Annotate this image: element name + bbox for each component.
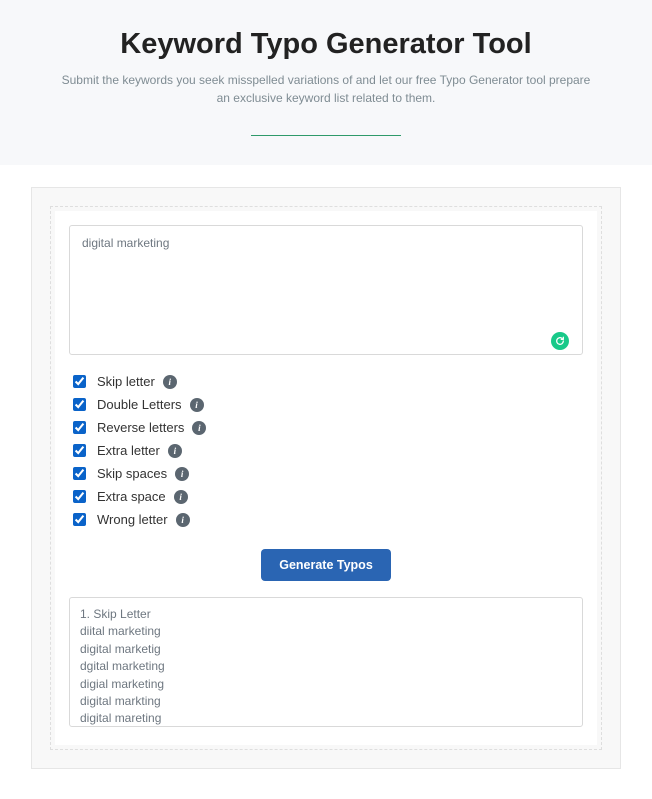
tool-card: Skip letteriDouble LettersiReverse lette… bbox=[55, 211, 597, 745]
info-icon[interactable]: i bbox=[176, 513, 190, 527]
results-output[interactable]: 1. Skip Letter diital marketing digital … bbox=[69, 597, 583, 727]
option-label: Extra space bbox=[97, 489, 166, 504]
info-icon[interactable]: i bbox=[168, 444, 182, 458]
page-title: Keyword Typo Generator Tool bbox=[20, 28, 632, 61]
option-checkbox[interactable] bbox=[73, 513, 86, 526]
option-row[interactable]: Double Letters i bbox=[69, 393, 583, 416]
page-header: Keyword Typo Generator Tool Submit the k… bbox=[0, 0, 652, 165]
option-label: Extra letter bbox=[97, 443, 160, 458]
option-label: Skip spaces bbox=[97, 466, 167, 481]
info-icon[interactable]: i bbox=[175, 467, 189, 481]
option-label: Skip letter bbox=[97, 374, 155, 389]
option-checkbox[interactable] bbox=[73, 444, 86, 457]
generate-typos-button[interactable]: Generate Typos bbox=[261, 549, 391, 581]
grammarly-icon[interactable] bbox=[551, 332, 569, 350]
option-label: Double Letters bbox=[97, 397, 182, 412]
keywords-input[interactable] bbox=[69, 225, 583, 355]
option-label: Wrong letter bbox=[97, 512, 168, 527]
option-row[interactable]: Extra space i bbox=[69, 485, 583, 508]
info-icon[interactable]: i bbox=[174, 490, 188, 504]
option-label: Reverse letters bbox=[97, 420, 184, 435]
option-row[interactable]: Skip spaces i bbox=[69, 462, 583, 485]
info-icon[interactable]: i bbox=[163, 375, 177, 389]
option-checkbox[interactable] bbox=[73, 375, 86, 388]
option-row[interactable]: Reverse letters i bbox=[69, 416, 583, 439]
option-row[interactable]: Skip letter i bbox=[69, 370, 583, 393]
info-icon[interactable]: i bbox=[190, 398, 204, 412]
option-checkbox[interactable] bbox=[73, 398, 86, 411]
page-subtitle: Submit the keywords you seek misspelled … bbox=[56, 71, 596, 107]
info-icon[interactable]: i bbox=[192, 421, 206, 435]
option-checkbox[interactable] bbox=[73, 490, 86, 503]
option-checkbox[interactable] bbox=[73, 467, 86, 480]
options-list: Skip letteriDouble LettersiReverse lette… bbox=[69, 360, 583, 533]
tool-panel: Skip letteriDouble LettersiReverse lette… bbox=[31, 187, 621, 769]
option-row[interactable]: Extra letter i bbox=[69, 439, 583, 462]
option-checkbox[interactable] bbox=[73, 421, 86, 434]
tool-panel-inner: Skip letteriDouble LettersiReverse lette… bbox=[50, 206, 602, 750]
divider bbox=[251, 135, 401, 136]
option-row[interactable]: Wrong letter i bbox=[69, 508, 583, 531]
